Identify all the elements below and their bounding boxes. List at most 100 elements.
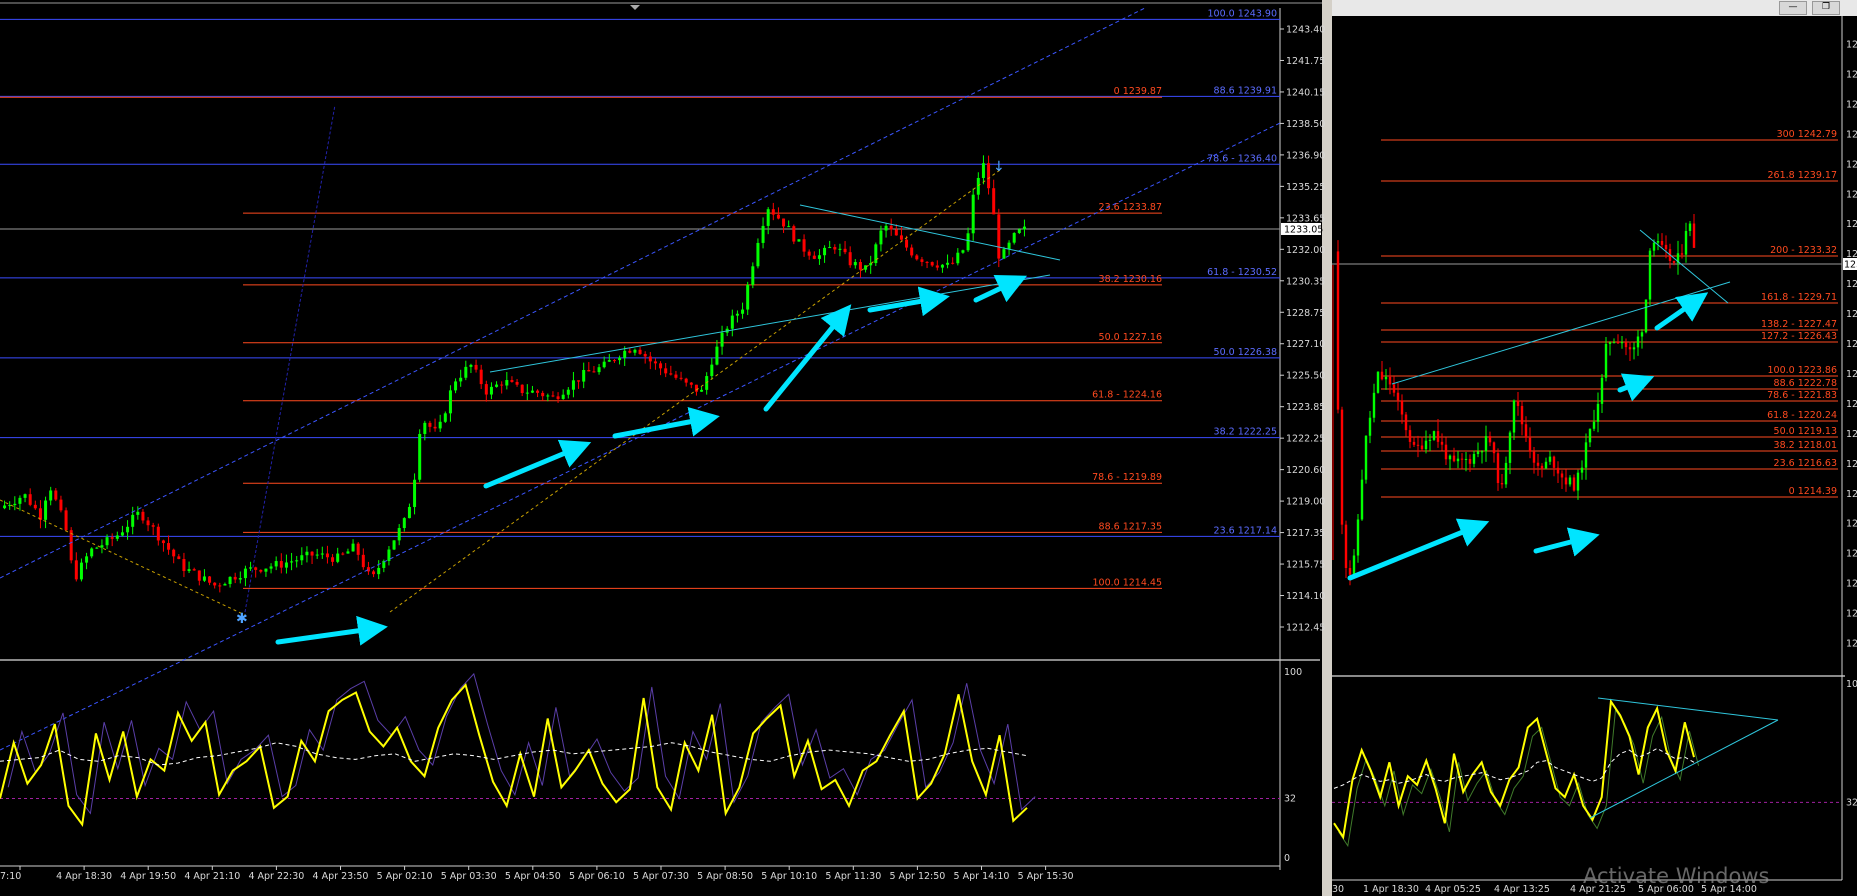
- candle-body: [976, 177, 980, 195]
- candle-body: [971, 194, 975, 234]
- right-osc-y-tick-label: 100: [1846, 679, 1857, 690]
- candle-body: [249, 567, 253, 569]
- candle-body: [1012, 233, 1016, 243]
- right-fib-red-label: 161.8 - 1229.71: [1761, 292, 1837, 303]
- right-candle-body: [1588, 428, 1592, 443]
- x-tick-label: 5 Apr 02:10: [377, 871, 433, 882]
- candle-body: [674, 374, 678, 378]
- candle-body: [551, 395, 555, 397]
- candle-body: [618, 357, 622, 361]
- candle-body: [33, 504, 37, 509]
- candle-body: [858, 262, 862, 270]
- candle-body: [243, 568, 247, 579]
- right-candle-body: [1524, 424, 1528, 438]
- candle-body: [233, 576, 237, 580]
- candle-body: [664, 368, 668, 374]
- candle-body: [756, 242, 760, 267]
- right-candle-body: [1400, 400, 1404, 415]
- right-y-tick-label: 1205: [1846, 579, 1857, 590]
- candle-body: [930, 262, 934, 266]
- right-candle-body: [1528, 437, 1532, 452]
- candle-body: [64, 510, 68, 531]
- candle-body: [290, 561, 294, 563]
- candle-body: [372, 571, 376, 575]
- right-candle-body: [1392, 384, 1396, 393]
- candle-body: [582, 369, 586, 382]
- candle-body: [597, 367, 601, 373]
- candle-body: [730, 315, 734, 329]
- candle-body: [720, 332, 724, 347]
- right-candle-body: [1584, 442, 1588, 468]
- candle-body: [28, 494, 32, 505]
- right-y-tick-label: 1250: [1846, 40, 1857, 51]
- right-candle-body: [1472, 454, 1476, 464]
- right-candle-body: [1384, 376, 1388, 380]
- candle-body: [136, 511, 140, 515]
- right-y-tick-label: 1203: [1846, 609, 1857, 620]
- window-divider: [1322, 0, 1332, 896]
- candle-body: [141, 511, 145, 521]
- candle-body: [761, 225, 765, 243]
- right-candle-body: [1552, 456, 1556, 468]
- right-candle-body: [1604, 343, 1608, 378]
- right-candle-body: [1572, 477, 1576, 491]
- candle-body: [495, 384, 499, 387]
- x-tick-label: 5 Apr 04:50: [505, 871, 561, 882]
- right-candle-body: [1568, 477, 1572, 485]
- candle-body: [223, 584, 227, 586]
- candle-body: [951, 262, 955, 264]
- candle-body: [935, 265, 939, 268]
- fib-blue-label: 38.2 1222.25: [1214, 427, 1277, 438]
- candle-body: [402, 518, 406, 529]
- right-candle-body: [1688, 223, 1692, 231]
- right-candle-body: [1548, 456, 1552, 462]
- candle-body: [561, 394, 565, 399]
- y-tick-label: 1240.15: [1286, 87, 1325, 98]
- right-candle-body: [1444, 444, 1448, 460]
- candle-body: [254, 567, 258, 570]
- candle-body: [54, 490, 58, 500]
- right-x-tick-label: 4 Apr 13:25: [1494, 884, 1550, 895]
- candle-body: [546, 395, 550, 397]
- right-candle-body: [1496, 453, 1500, 484]
- candle-body: [833, 247, 837, 250]
- right-candle-body: [1452, 455, 1456, 462]
- candle-body: [361, 554, 365, 568]
- right-candle-body: [1488, 436, 1492, 443]
- candle-body: [100, 545, 104, 548]
- minimize-button[interactable]: —: [1779, 1, 1807, 15]
- right-y-tick-label: 1248: [1846, 69, 1857, 80]
- candle-body: [946, 262, 950, 265]
- y-tick-label: 1217.35: [1286, 528, 1325, 539]
- right-candle-body: [1612, 342, 1616, 344]
- candle-body: [689, 382, 693, 385]
- y-tick-label: 1238.50: [1286, 119, 1325, 130]
- right-y-tick-label: 1220: [1846, 399, 1857, 410]
- restore-button[interactable]: ❐: [1812, 1, 1840, 15]
- candle-body: [213, 582, 217, 586]
- candle-body: [310, 551, 314, 556]
- fib-red-label: 50.0 1227.16: [1099, 332, 1162, 343]
- fib-red-label: 78.6 - 1219.89: [1092, 472, 1162, 483]
- x-tick-label: 5 Apr 12:50: [889, 871, 945, 882]
- fib-blue-label: 88.6 1239.91: [1214, 85, 1277, 96]
- right-candle-body: [1456, 458, 1460, 462]
- candle-body: [874, 244, 878, 264]
- fib-red-label: 38.2 1230.16: [1099, 274, 1162, 285]
- right-x-tick-label: 1 Apr 18:30: [1363, 884, 1419, 895]
- right-candle-body: [1412, 441, 1416, 445]
- candle-body: [295, 560, 299, 562]
- right-fib-red-label: 38.2 1218.01: [1774, 440, 1837, 451]
- right-candle-body: [1464, 458, 1468, 460]
- right-candle-body: [1544, 461, 1548, 469]
- candle-body: [90, 548, 94, 557]
- right-osc-y-tick-label: 32: [1846, 797, 1857, 808]
- right-candle-body: [1480, 451, 1484, 453]
- y-tick-label: 1228.75: [1286, 308, 1325, 319]
- candle-body: [807, 251, 811, 256]
- candle-body: [541, 392, 545, 397]
- candle-body: [612, 360, 616, 362]
- fib-red-label: 0 1239.87: [1114, 86, 1162, 97]
- right-candle-body: [1520, 405, 1524, 425]
- right-candle-body: [1500, 483, 1504, 485]
